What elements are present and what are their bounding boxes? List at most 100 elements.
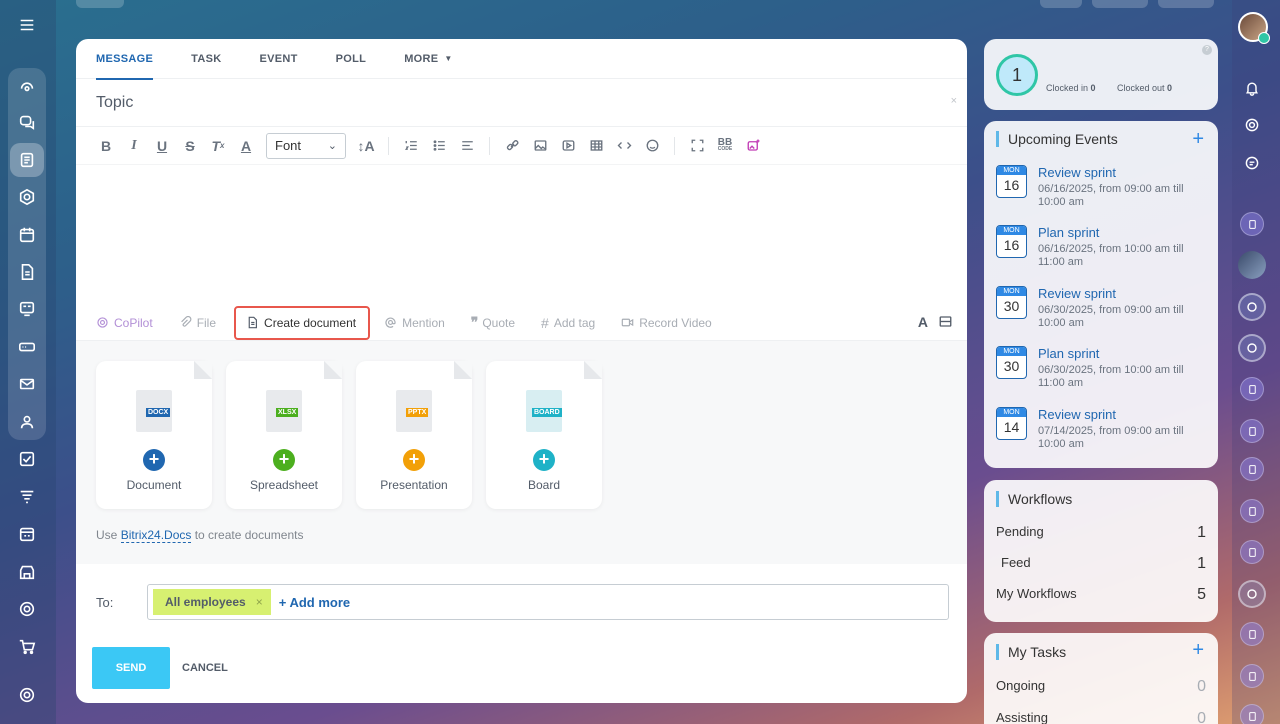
chat-avatar[interactable] bbox=[1240, 499, 1264, 523]
chat-avatar[interactable] bbox=[1240, 457, 1264, 481]
messenger-icon[interactable] bbox=[10, 105, 44, 139]
record-video-button[interactable]: Record Video bbox=[621, 306, 712, 340]
tasks-icon[interactable] bbox=[10, 442, 44, 476]
font-select[interactable]: Font ⌄ bbox=[266, 132, 346, 159]
calendar-icon[interactable] bbox=[10, 218, 44, 252]
font-size-icon[interactable]: ↕A bbox=[352, 132, 380, 160]
menu-icon[interactable] bbox=[10, 8, 44, 42]
text-color-icon[interactable]: A bbox=[232, 132, 260, 160]
feed-icon[interactable] bbox=[10, 68, 44, 102]
task-row[interactable]: Assisting 0 bbox=[996, 710, 1206, 724]
board-icon: BOARD bbox=[526, 390, 562, 432]
ai-image-icon[interactable] bbox=[739, 132, 767, 160]
add-task-button[interactable]: + bbox=[1192, 639, 1204, 662]
create-document-button[interactable]: Create document bbox=[234, 305, 371, 340]
add-more-link[interactable]: + Add more bbox=[279, 595, 350, 610]
employees-icon[interactable] bbox=[10, 405, 44, 439]
board-card[interactable]: BOARD + Board bbox=[486, 361, 602, 509]
link-icon[interactable] bbox=[498, 132, 526, 160]
document-card[interactable]: DOCX + Document bbox=[96, 361, 212, 509]
mail-icon[interactable] bbox=[10, 367, 44, 401]
chat-avatar[interactable] bbox=[1238, 251, 1266, 279]
chat-avatar[interactable] bbox=[1238, 334, 1266, 362]
remove-icon[interactable]: × bbox=[256, 595, 263, 609]
chat-avatar[interactable] bbox=[1240, 212, 1264, 236]
store-icon[interactable] bbox=[10, 555, 44, 589]
add-tag-button[interactable]: # Add tag bbox=[541, 306, 595, 340]
italic-icon[interactable]: I bbox=[120, 132, 148, 160]
task-row[interactable]: Ongoing 0 bbox=[996, 678, 1206, 696]
settings-icon[interactable] bbox=[10, 678, 44, 712]
tab-task[interactable]: TASK bbox=[191, 39, 221, 79]
copilot-button[interactable]: CoPilot bbox=[96, 306, 153, 340]
workflow-row[interactable]: Pending 1 bbox=[996, 524, 1206, 542]
docs-hint: Use Bitrix24.Docs to create documents bbox=[96, 528, 304, 543]
chat-icon[interactable] bbox=[1238, 149, 1266, 177]
chat-avatar[interactable] bbox=[1238, 580, 1266, 608]
tab-message[interactable]: MESSAGE bbox=[96, 39, 154, 80]
file-button[interactable]: File bbox=[179, 306, 216, 340]
image-icon[interactable] bbox=[526, 132, 554, 160]
quote-button[interactable]: ❞ Quote bbox=[471, 306, 515, 340]
chat-avatar[interactable] bbox=[1238, 293, 1266, 321]
close-icon[interactable]: × bbox=[951, 95, 957, 107]
bullet-list-icon[interactable] bbox=[425, 132, 453, 160]
spreadsheet-card[interactable]: XLSX + Spreadsheet bbox=[226, 361, 342, 509]
workflow-row[interactable]: My Workflows 5 bbox=[996, 586, 1206, 604]
video-icon[interactable] bbox=[554, 132, 582, 160]
collab-icon[interactable] bbox=[10, 180, 44, 214]
presentation-card[interactable]: PPTX + Presentation bbox=[356, 361, 472, 509]
divider bbox=[674, 136, 675, 155]
recipient-chip[interactable]: All employees × bbox=[153, 589, 271, 615]
code-icon[interactable] bbox=[610, 132, 638, 160]
chat-avatar[interactable] bbox=[1240, 419, 1264, 443]
tab-more[interactable]: MORE ▼ bbox=[404, 39, 452, 79]
text-format-icon[interactable]: A bbox=[918, 314, 928, 332]
news-feed-icon[interactable] bbox=[10, 143, 44, 177]
marketing-icon[interactable] bbox=[10, 592, 44, 626]
topic-row[interactable]: Topic × bbox=[76, 79, 967, 127]
calendar-date-icon: MON 16 bbox=[996, 165, 1027, 198]
drive-icon[interactable] bbox=[10, 330, 44, 364]
send-button[interactable]: SEND bbox=[92, 647, 170, 689]
bitrix24-docs-link[interactable]: Bitrix24.Docs bbox=[120, 528, 192, 543]
crm-icon[interactable] bbox=[10, 480, 44, 514]
fullscreen-icon[interactable] bbox=[683, 132, 711, 160]
cancel-button[interactable]: CANCEL bbox=[182, 662, 228, 674]
bold-icon[interactable]: B bbox=[92, 132, 120, 160]
calendar-date-icon: MON 30 bbox=[996, 286, 1027, 319]
chat-avatar[interactable] bbox=[1240, 377, 1264, 401]
numbered-list-icon[interactable] bbox=[397, 132, 425, 160]
underline-icon[interactable]: U bbox=[148, 132, 176, 160]
mention-button[interactable]: Mention bbox=[384, 306, 445, 340]
booking-icon[interactable] bbox=[10, 517, 44, 551]
bell-icon[interactable] bbox=[1238, 74, 1266, 102]
recipients-field[interactable]: All employees × + Add more bbox=[147, 584, 949, 620]
tab-poll[interactable]: POLL bbox=[336, 39, 367, 79]
widget-title: My Tasks bbox=[996, 644, 1066, 660]
workflows-widget: Workflows Pending 1 Feed 1 My Workflows 5 bbox=[984, 480, 1218, 622]
documents-icon[interactable] bbox=[10, 255, 44, 289]
help-icon[interactable]: ? bbox=[1202, 45, 1212, 55]
panel-toggle-icon[interactable] bbox=[938, 314, 953, 332]
shop-icon[interactable] bbox=[10, 630, 44, 664]
workflow-row[interactable]: Feed 1 bbox=[996, 555, 1206, 573]
table-icon[interactable] bbox=[582, 132, 610, 160]
boards-icon[interactable] bbox=[10, 292, 44, 326]
strikethrough-icon[interactable]: S bbox=[176, 132, 204, 160]
chat-avatar[interactable] bbox=[1240, 540, 1264, 564]
add-event-button[interactable]: + bbox=[1192, 128, 1204, 151]
plus-icon: + bbox=[273, 449, 295, 471]
bbcode-icon[interactable]: BB CODE bbox=[711, 132, 739, 160]
message-editor[interactable] bbox=[76, 165, 967, 305]
copilot-icon[interactable] bbox=[1238, 111, 1266, 139]
tab-event[interactable]: EVENT bbox=[259, 39, 297, 79]
emoji-icon[interactable] bbox=[638, 132, 666, 160]
timeman-counter[interactable]: 1 bbox=[996, 54, 1038, 96]
chat-avatar[interactable] bbox=[1240, 622, 1264, 646]
chat-avatar[interactable] bbox=[1240, 704, 1264, 724]
topic-input[interactable]: Topic bbox=[96, 94, 133, 112]
chat-avatar[interactable] bbox=[1240, 664, 1264, 688]
align-icon[interactable] bbox=[453, 132, 481, 160]
clear-format-icon[interactable]: Tx bbox=[204, 132, 232, 160]
